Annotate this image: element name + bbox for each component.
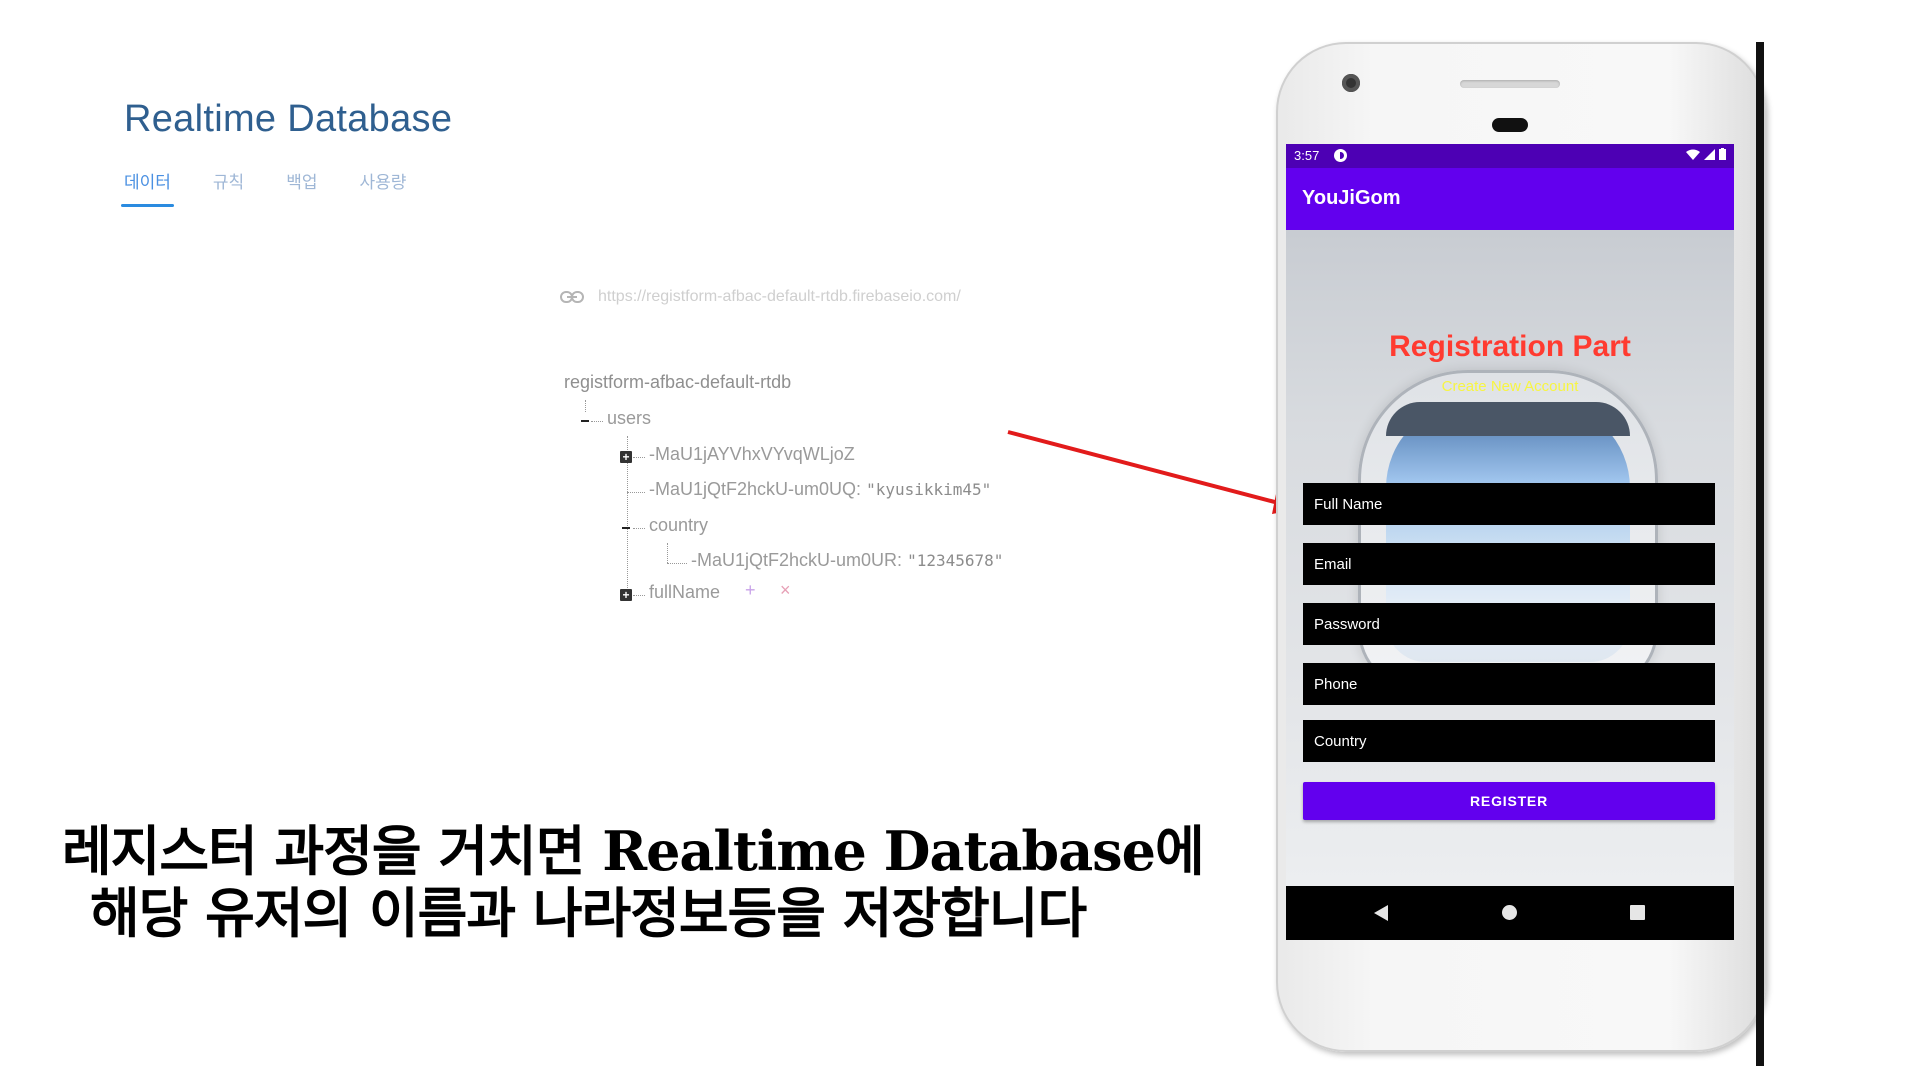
caption-line-1: 레지스터 과정을 거치면 Realtime Database에 [62,819,1205,883]
sensor-icon [1492,118,1528,132]
battery-icon [1719,148,1726,160]
field-hint: Phone [1314,676,1358,693]
field-hint: Password [1314,616,1380,633]
camera-icon [1342,74,1360,92]
wifi-icon [1686,149,1700,160]
phone-edge [1756,42,1764,1066]
back-icon[interactable] [1374,905,1388,921]
email-field[interactable]: Email [1303,543,1715,585]
recent-apps-icon[interactable] [1630,905,1645,920]
register-button[interactable]: REGISTER [1303,782,1715,820]
field-hint: Email [1314,556,1352,573]
registration-title: Registration Part [1389,330,1631,363]
home-icon[interactable] [1502,905,1517,920]
registration-subtitle: Create New Account [1441,378,1579,395]
password-field[interactable]: Password [1303,603,1715,645]
window-shade [1386,402,1630,436]
full-name-field[interactable]: Full Name [1303,483,1715,525]
speaker-grille [1460,80,1560,88]
caption-line-2: 해당 유저의 이름과 나라정보등을 저장합니다 [90,881,1087,945]
status-bar: 3:57 [1286,144,1734,168]
notification-icon [1334,149,1347,162]
navigation-bar [1286,886,1734,940]
country-field[interactable]: Country [1303,720,1715,762]
app-bar: YouJiGom [1286,168,1734,230]
phone-screen: 3:57 YouJiGom Registration Part Create N… [1286,144,1734,940]
field-hint: Full Name [1314,496,1383,513]
phone-field[interactable]: Phone [1303,663,1715,705]
status-icons [1686,148,1726,160]
caption: 레지스터 과정을 거치면 Realtime Database에 해당 유저의 이… [62,819,1205,945]
field-hint: Country [1314,733,1367,750]
app-title: YouJiGom [1302,187,1401,209]
status-time: 3:57 [1294,148,1320,163]
registration-screen: Registration Part Create New Account Ful… [1286,230,1734,886]
signal-icon [1704,148,1715,160]
